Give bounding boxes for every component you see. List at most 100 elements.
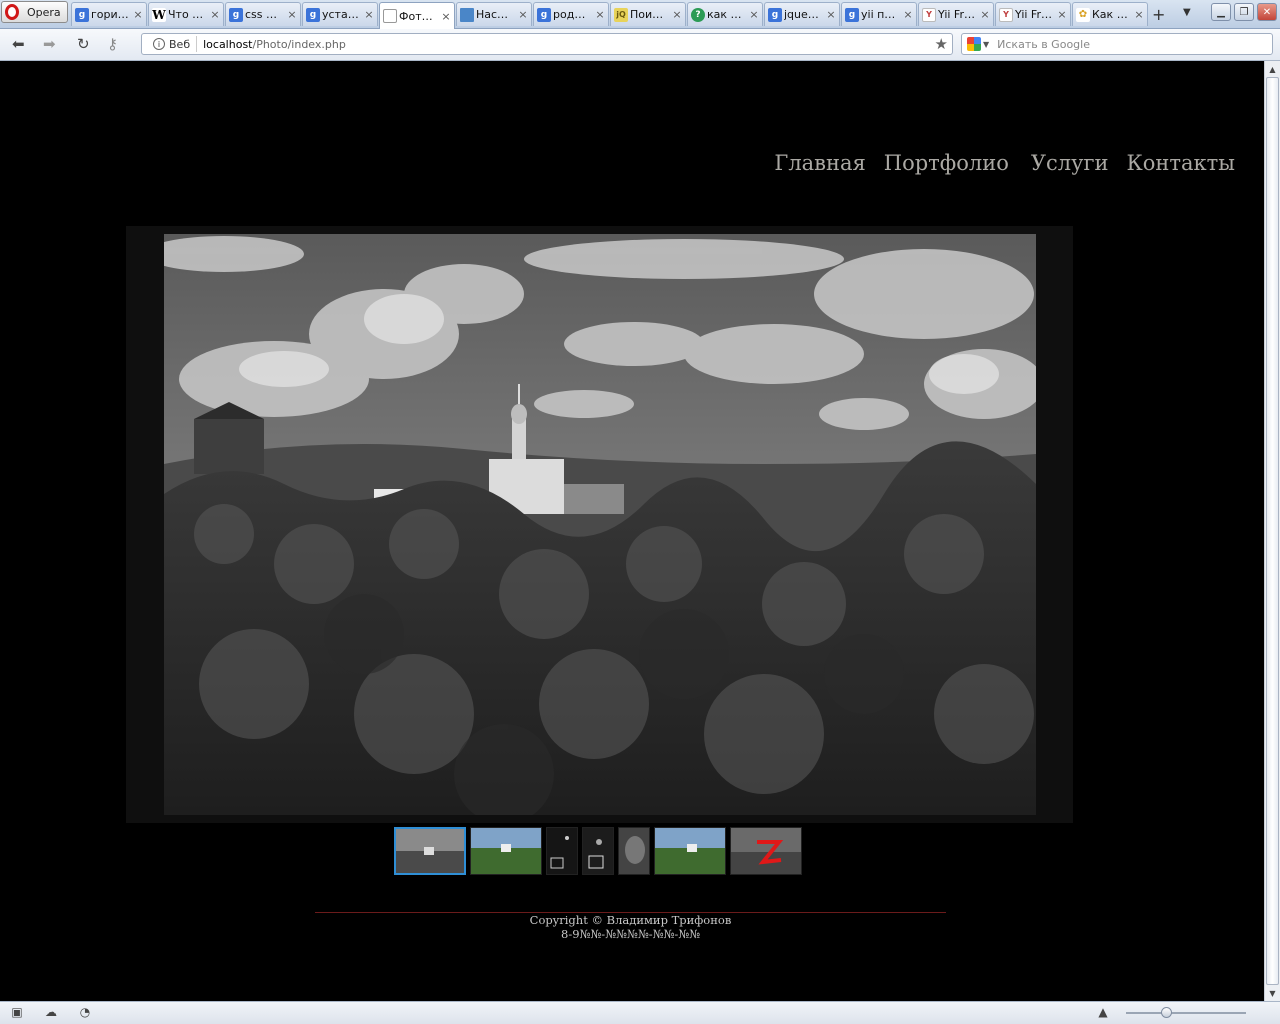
tab-close-icon[interactable]: × [518, 8, 528, 21]
key-icon[interactable]: ⚷ [107, 35, 118, 53]
flower-icon: ✿ [1076, 7, 1090, 22]
tab[interactable]: g род… × [533, 2, 609, 26]
tab-close-icon[interactable]: × [364, 8, 374, 21]
tab-close-icon[interactable]: × [1057, 8, 1067, 21]
tab-title: Пои… [630, 8, 664, 21]
nav-item-services[interactable]: Услуги [1031, 151, 1109, 175]
web-page: Главная Портфолио Услуги Контакты Copyri… [0, 62, 1264, 1001]
thumbnail-image [583, 828, 613, 874]
tab-list-chevron-icon[interactable]: ▼ [1183, 7, 1191, 18]
monitor-icon [460, 7, 474, 22]
tab-close-icon[interactable]: × [749, 8, 759, 21]
tab[interactable]: g гори… × [71, 2, 147, 26]
thumbnail[interactable] [546, 827, 578, 875]
tab[interactable]: g yii п… × [841, 2, 917, 26]
google-icon: g [306, 7, 320, 22]
tab-title: Как … [1092, 8, 1128, 21]
tab-title: как … [707, 8, 742, 21]
view-menu-icon[interactable]: ▲ [1096, 1006, 1110, 1019]
tab-close-icon[interactable]: × [287, 8, 297, 21]
google-search-icon [967, 37, 981, 51]
tab-bar: Opera g гори… × W Что … × g css … × g уста… × Фот… × Н… [0, 0, 1280, 29]
scroll-thumb[interactable] [1266, 77, 1279, 985]
opera-menu-label: Opera [27, 5, 61, 19]
nav-item-home[interactable]: Главная [774, 151, 865, 175]
thumbnail-image [655, 828, 725, 874]
tab-title: css … [245, 8, 278, 21]
tab[interactable]: g jque… × [764, 2, 840, 26]
thumbnail-strip [394, 827, 802, 875]
scroll-up-icon[interactable]: ▲ [1265, 61, 1280, 77]
thumbnail[interactable] [394, 827, 466, 875]
jquery-icon: jQ [614, 7, 628, 22]
photo-frame [126, 226, 1073, 823]
thumbnail[interactable] [582, 827, 614, 875]
google-icon: g [845, 7, 859, 22]
vertical-scrollbar[interactable]: ▲ ▼ [1264, 61, 1280, 1001]
zoom-slider[interactable] [1126, 1012, 1246, 1014]
back-icon[interactable]: ⬅ [12, 35, 25, 53]
new-tab-icon[interactable]: + [1152, 5, 1165, 24]
tabs-strip: g гори… × W Что … × g css … × g уста… × Фот… × Нас… × g р… [71, 2, 1149, 29]
panel-toggle-icon[interactable]: ▣ [10, 1006, 24, 1019]
tab-close-icon[interactable]: × [441, 10, 451, 23]
speed-dial-icon[interactable]: ◔ [78, 1006, 92, 1019]
address-toolbar: ⬅ ➡ ↻ ⚷ i Веб localhost/Photo/index.php … [0, 29, 1280, 61]
tab-title: Что … [168, 8, 204, 21]
tab-title: Фот… [399, 9, 433, 23]
yii-icon: Y [922, 7, 936, 22]
tab[interactable]: Y Yii Fr… × [995, 2, 1071, 26]
tab[interactable]: g css … × [225, 2, 301, 26]
web-badge-label: Веб [169, 37, 191, 51]
search-placeholder: Искать в Google [997, 37, 1090, 51]
bookmark-star-icon[interactable]: ★ [935, 35, 948, 53]
thumbnail-image [471, 828, 541, 874]
wikipedia-icon: W [152, 7, 166, 22]
tab[interactable]: jQ Пои… × [610, 2, 686, 26]
address-field[interactable]: i Веб localhost/Photo/index.php ★ [141, 33, 953, 55]
yii-icon: Y [999, 7, 1013, 22]
forward-icon[interactable]: ➡ [43, 35, 56, 53]
restore-button[interactable]: ❐ [1234, 3, 1254, 21]
close-window-button[interactable]: ✕ [1257, 3, 1277, 21]
scroll-down-icon[interactable]: ▼ [1265, 985, 1280, 1001]
tab-title: Yii Fr… [1015, 8, 1052, 21]
tab[interactable]: Фот… × [379, 2, 455, 29]
thumbnail[interactable] [654, 827, 726, 875]
tab[interactable]: ✿ Как … × [1072, 2, 1148, 26]
tab-close-icon[interactable]: × [903, 8, 913, 21]
main-photo-image [164, 234, 1036, 815]
footer: Copyright © Владимир Трифонов 8-9№№-№№№№… [315, 913, 946, 941]
tab-close-icon[interactable]: × [826, 8, 836, 21]
nav-item-portfolio[interactable]: Портфолио [884, 151, 1009, 175]
opera-unite-cloud-icon[interactable]: ☁ [44, 1006, 58, 1019]
address-url[interactable]: localhost/Photo/index.php [197, 38, 346, 51]
search-input[interactable]: ▼ Искать в Google [961, 33, 1273, 55]
tab-close-icon[interactable]: × [595, 8, 605, 21]
tab[interactable]: g уста… × [302, 2, 378, 26]
tab[interactable]: Y Yii Fr… × [918, 2, 994, 26]
tab-close-icon[interactable]: × [980, 8, 990, 21]
minimize-button[interactable]: ▁ [1211, 3, 1231, 21]
thumbnail[interactable] [730, 827, 802, 875]
zoom-slider-handle[interactable] [1161, 1007, 1172, 1018]
tab[interactable]: ? как … × [687, 2, 763, 26]
tab-title: yii п… [861, 8, 896, 21]
tab-close-icon[interactable]: × [133, 8, 143, 21]
thumbnail[interactable] [618, 827, 650, 875]
tab[interactable]: W Что … × [148, 2, 224, 26]
tab-close-icon[interactable]: × [210, 8, 220, 21]
tab[interactable]: Нас… × [456, 2, 532, 26]
search-engine-chevron-icon[interactable]: ▼ [983, 40, 989, 49]
opera-menu-button[interactable]: Opera [1, 1, 68, 23]
tab-close-icon[interactable]: × [1134, 8, 1144, 21]
tab-close-icon[interactable]: × [672, 8, 682, 21]
tab-title: гори… [91, 8, 129, 21]
web-globe-icon: i [153, 38, 165, 50]
thumbnail[interactable] [470, 827, 542, 875]
main-photo[interactable] [164, 234, 1036, 815]
reload-icon[interactable]: ↻ [77, 35, 90, 53]
url-path: /Photo/index.php [252, 37, 346, 51]
nav-item-contacts[interactable]: Контакты [1127, 151, 1236, 175]
web-badge[interactable]: i Веб [147, 36, 198, 52]
